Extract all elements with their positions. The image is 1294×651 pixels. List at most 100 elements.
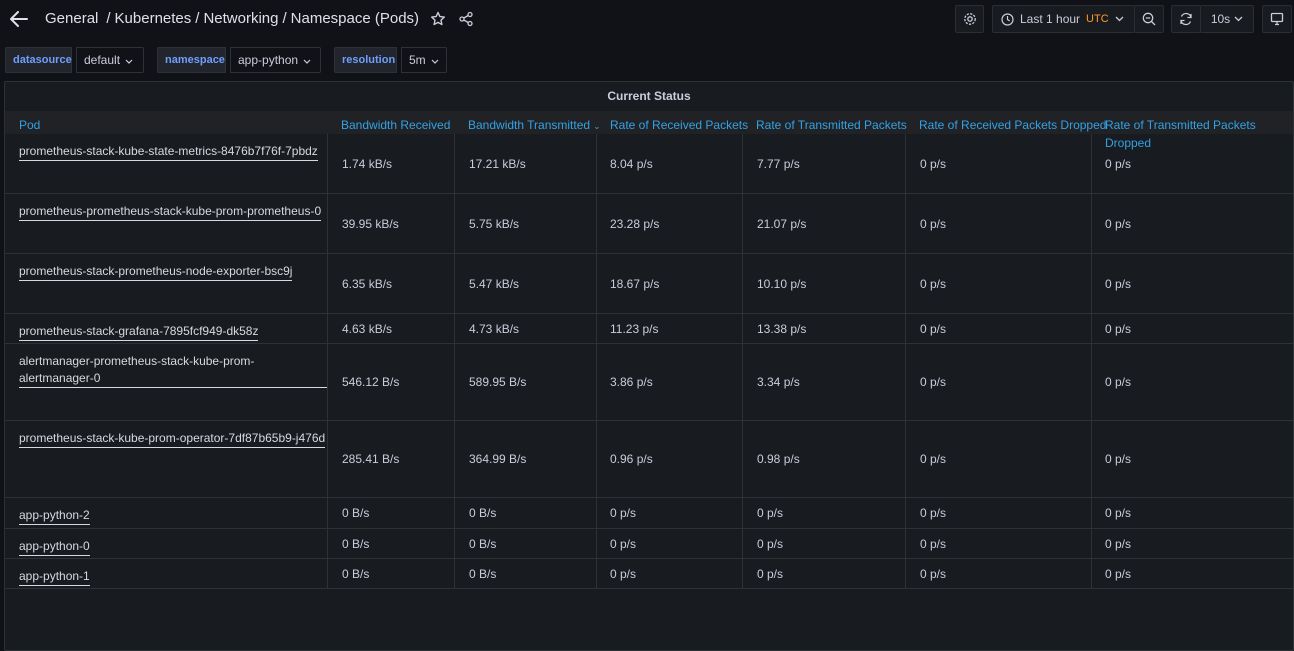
cell-value: 589.95 B/s xyxy=(469,375,527,389)
breadcrumb-separator: / xyxy=(195,10,200,27)
pod-link[interactable]: prometheus-stack-grafana-7895fcf949-dk58… xyxy=(19,323,259,341)
pod-link[interactable]: app-python-1 xyxy=(19,568,90,586)
column-divider xyxy=(454,194,455,253)
column-divider xyxy=(454,529,455,558)
table-row: app-python-0 0 B/s 0 B/s 0 p/s 0 p/s 0 p/s 0 p… xyxy=(5,529,1293,559)
tv-mode-button[interactable] xyxy=(1262,5,1292,33)
cell-bandwidth-transmitted: 17.21 kB/s xyxy=(469,134,596,193)
column-header-tx-packets[interactable]: Rate of Transmitted Packets xyxy=(756,116,907,134)
column-header-bandwidth-received[interactable]: Bandwidth Received xyxy=(341,116,450,134)
monitor-icon xyxy=(1270,12,1284,26)
cell-value: 10.10 p/s xyxy=(757,276,807,291)
sort-descending-icon: ⌄ xyxy=(593,121,601,131)
column-divider xyxy=(596,559,597,588)
cell-rx-dropped: 0 p/s xyxy=(920,344,1091,420)
dashboard-title[interactable]: Namespace (Pods) xyxy=(291,10,419,27)
column-divider xyxy=(327,314,328,343)
column-divider xyxy=(596,421,597,497)
time-range-picker[interactable]: Last 1 hour UTC xyxy=(992,5,1135,33)
column-divider xyxy=(327,254,328,313)
column-divider xyxy=(596,254,597,313)
cell-value: 546.12 B/s xyxy=(342,375,400,389)
column-divider xyxy=(905,559,906,588)
column-divider xyxy=(596,194,597,253)
cell-value: 0 p/s xyxy=(1105,566,1132,581)
column-header-rx-dropped[interactable]: Rate of Received Packets Dropped xyxy=(919,116,1106,134)
table-row: prometheus-stack-grafana-7895fcf949-dk58… xyxy=(5,314,1293,344)
cell-bandwidth-transmitted: 364.99 B/s xyxy=(469,421,596,497)
breadcrumb-folder[interactable]: General xyxy=(45,10,98,27)
cell-value: 0 B/s xyxy=(469,536,497,551)
breadcrumb-item: Kubernetes xyxy=(114,10,192,27)
column-header-pod[interactable]: Pod xyxy=(19,116,40,134)
refresh-button[interactable] xyxy=(1171,5,1201,33)
cell-tx-packets: 0 p/s xyxy=(757,498,905,528)
cell-tx-packets: 13.38 p/s xyxy=(757,314,905,343)
cell-value: 0 p/s xyxy=(757,566,784,581)
cell-rx-dropped: 0 p/s xyxy=(920,134,1091,193)
cell-bandwidth-transmitted: 0 B/s xyxy=(469,559,596,588)
column-divider xyxy=(454,498,455,528)
cell-pod: app-python-2 xyxy=(19,498,327,528)
variable-select-datasource[interactable]: default xyxy=(76,47,144,73)
column-divider xyxy=(905,529,906,558)
star-icon[interactable] xyxy=(430,11,446,27)
pod-link[interactable]: app-python-2 xyxy=(19,507,90,525)
cell-tx-dropped: 0 p/s xyxy=(1105,254,1285,313)
cell-value: 1.74 kB/s xyxy=(342,156,393,171)
table-header: Pod Bandwidth Received Bandwidth Transmi… xyxy=(5,111,1293,150)
cell-value: 0 p/s xyxy=(920,536,947,551)
cell-value: 6.35 kB/s xyxy=(342,276,393,291)
cell-value: 0 p/s xyxy=(1105,276,1132,291)
pod-link[interactable]: alertmanager-prometheus-stack-kube-prom-… xyxy=(19,353,327,388)
cell-rx-packets: 8.04 p/s xyxy=(610,134,742,193)
column-divider xyxy=(905,194,906,253)
pod-link[interactable]: prometheus-stack-prometheus-node-exporte… xyxy=(19,263,293,281)
variable-select-namespace[interactable]: app-python xyxy=(230,47,321,73)
column-divider xyxy=(742,498,743,528)
column-divider xyxy=(1091,421,1092,497)
refresh-interval-picker[interactable]: 10s xyxy=(1200,5,1254,33)
pod-link[interactable]: prometheus-prometheus-stack-kube-prom-pr… xyxy=(19,203,322,221)
dashboard-settings-button[interactable] xyxy=(955,5,984,33)
cell-pod: prometheus-stack-grafana-7895fcf949-dk58… xyxy=(19,314,327,343)
pod-link[interactable]: prometheus-stack-kube-prom-operator-7df8… xyxy=(19,430,326,448)
cell-value: 0 p/s xyxy=(1105,216,1132,231)
table-row: prometheus-stack-kube-prom-operator-7df8… xyxy=(5,421,1293,498)
panel-title[interactable]: Current Status xyxy=(5,89,1293,103)
column-header-rx-packets[interactable]: Rate of Received Packets xyxy=(610,116,748,134)
zoom-out-button[interactable] xyxy=(1134,5,1164,33)
column-divider xyxy=(596,314,597,343)
share-icon[interactable] xyxy=(458,11,474,27)
cell-rx-packets: 0 p/s xyxy=(610,498,742,528)
cell-pod: prometheus-prometheus-stack-kube-prom-pr… xyxy=(19,194,327,253)
cell-value: 0 p/s xyxy=(920,506,947,520)
cell-bandwidth-transmitted: 5.47 kB/s xyxy=(469,254,596,313)
variable-select-resolution[interactable]: 5m xyxy=(401,47,447,73)
gear-icon xyxy=(963,12,977,26)
column-divider xyxy=(327,134,328,193)
cell-pod: prometheus-stack-kube-state-metrics-8476… xyxy=(19,134,327,193)
column-divider xyxy=(905,314,906,343)
chevron-down-icon xyxy=(303,53,311,67)
cell-pod: prometheus-stack-kube-prom-operator-7df8… xyxy=(19,421,327,497)
variable-value: 5m xyxy=(409,53,426,67)
back-arrow-icon[interactable] xyxy=(8,8,30,30)
cell-value: 4.63 kB/s xyxy=(342,321,393,336)
cell-value: 0 p/s xyxy=(610,566,637,581)
pod-link[interactable]: prometheus-stack-kube-state-metrics-8476… xyxy=(19,143,318,161)
cell-tx-dropped: 0 p/s xyxy=(1105,314,1285,343)
variable-value: app-python xyxy=(238,53,299,67)
column-header-bandwidth-transmitted[interactable]: Bandwidth Transmitted ⌄ xyxy=(468,116,601,135)
chevron-down-icon xyxy=(431,53,439,67)
cell-value: 3.86 p/s xyxy=(610,375,653,389)
column-divider xyxy=(454,344,455,420)
cell-value: 4.73 kB/s xyxy=(469,321,520,336)
cell-value: 0.96 p/s xyxy=(610,452,653,466)
cell-value: 0.98 p/s xyxy=(757,452,800,466)
column-divider xyxy=(1091,254,1092,313)
cell-rx-packets: 0 p/s xyxy=(610,559,742,588)
pod-link[interactable]: app-python-0 xyxy=(19,538,90,556)
cell-value: 0 B/s xyxy=(469,566,497,581)
column-divider xyxy=(454,134,455,193)
